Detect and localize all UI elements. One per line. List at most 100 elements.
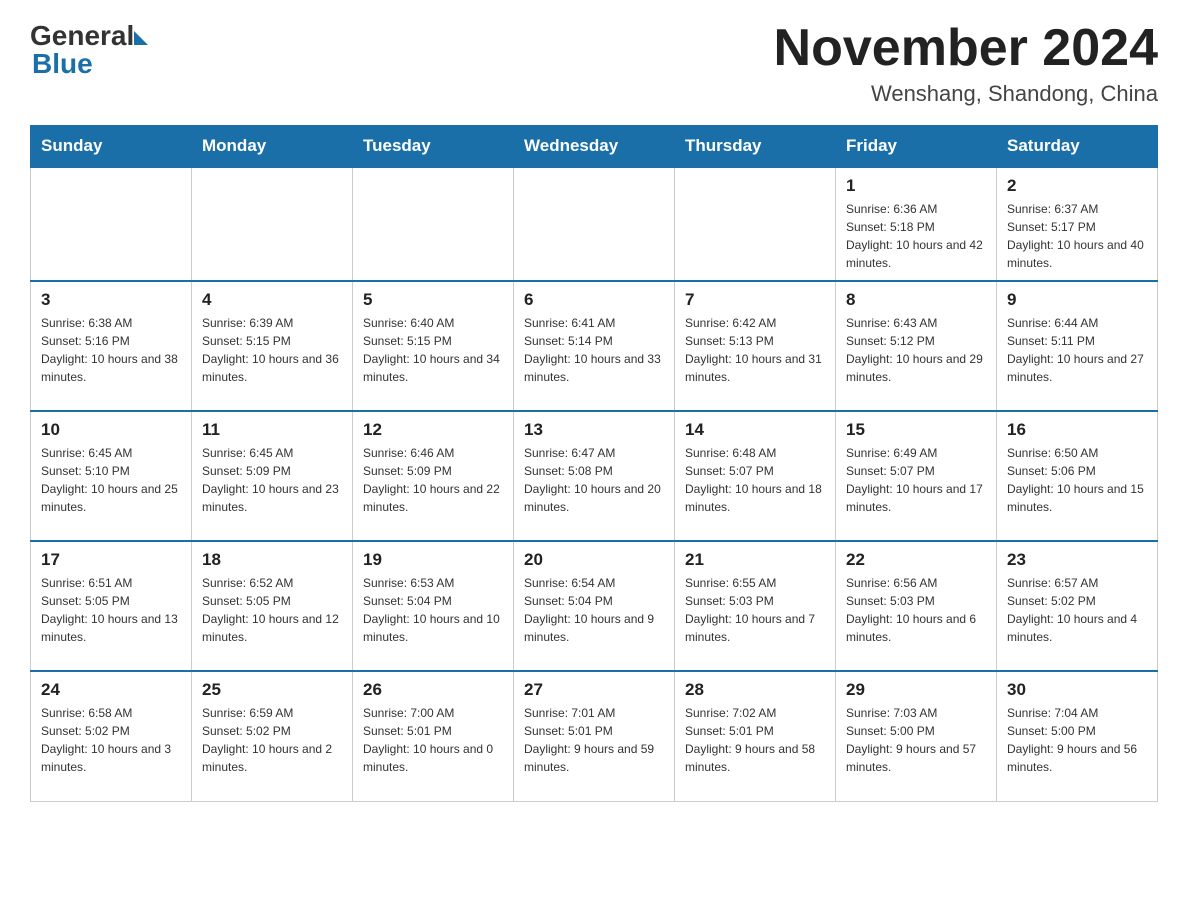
day-info: Sunrise: 6:39 AM Sunset: 5:15 PM Dayligh… [202, 314, 342, 386]
header-cell-thursday: Thursday [675, 126, 836, 168]
day-info: Sunrise: 6:45 AM Sunset: 5:10 PM Dayligh… [41, 444, 181, 516]
calendar-header: SundayMondayTuesdayWednesdayThursdayFrid… [31, 126, 1158, 168]
day-cell: 20 Sunrise: 6:54 AM Sunset: 5:04 PM Dayli… [514, 541, 675, 671]
day-cell [192, 167, 353, 281]
title-block: November 2024 Wenshang, Shandong, China [774, 20, 1158, 107]
location-text: Wenshang, Shandong, China [774, 81, 1158, 107]
day-cell: 26Sunrise: 7:00 AM Sunset: 5:01 PM Dayli… [353, 671, 514, 801]
day-info: Sunrise: 7:01 AM Sunset: 5:01 PM Dayligh… [524, 704, 664, 776]
day-number: 15 [846, 420, 986, 440]
day-number: 7 [685, 290, 825, 310]
day-info: Sunrise: 6:51 AM Sunset: 5:05 PM Dayligh… [41, 574, 181, 646]
day-number: 1 [846, 176, 986, 196]
day-cell: 23 Sunrise: 6:57 AM Sunset: 5:02 PM Dayli… [997, 541, 1158, 671]
day-info: Sunrise: 6:46 AM Sunset: 5:09 PM Dayligh… [363, 444, 503, 516]
header-cell-tuesday: Tuesday [353, 126, 514, 168]
day-info: Sunrise: 6:48 AM Sunset: 5:07 PM Dayligh… [685, 444, 825, 516]
day-cell: 21 Sunrise: 6:55 AM Sunset: 5:03 PM Dayli… [675, 541, 836, 671]
week-row-5: 24Sunrise: 6:58 AM Sunset: 5:02 PM Dayli… [31, 671, 1158, 801]
day-info: Sunrise: 6:55 AM Sunset: 5:03 PM Dayligh… [685, 574, 825, 646]
day-info: Sunrise: 6:53 AM Sunset: 5:04 PM Dayligh… [363, 574, 503, 646]
day-info: Sunrise: 6:54 AM Sunset: 5:04 PM Dayligh… [524, 574, 664, 646]
day-number: 28 [685, 680, 825, 700]
day-cell: 25 Sunrise: 6:59 AM Sunset: 5:02 PM Dayli… [192, 671, 353, 801]
day-info: Sunrise: 6:44 AM Sunset: 5:11 PM Dayligh… [1007, 314, 1147, 386]
week-row-3: 10 Sunrise: 6:45 AM Sunset: 5:10 PM Dayli… [31, 411, 1158, 541]
day-info: Sunrise: 6:36 AM Sunset: 5:18 PM Dayligh… [846, 200, 986, 272]
day-cell [353, 167, 514, 281]
day-cell: 19 Sunrise: 6:53 AM Sunset: 5:04 PM Dayli… [353, 541, 514, 671]
day-cell [31, 167, 192, 281]
week-row-1: 1 Sunrise: 6:36 AM Sunset: 5:18 PM Daylig… [31, 167, 1158, 281]
day-cell: 29 Sunrise: 7:03 AM Sunset: 5:00 PM Dayli… [836, 671, 997, 801]
day-number: 14 [685, 420, 825, 440]
day-number: 30 [1007, 680, 1147, 700]
day-info: Sunrise: 6:42 AM Sunset: 5:13 PM Dayligh… [685, 314, 825, 386]
day-number: 21 [685, 550, 825, 570]
day-info: Sunrise: 6:59 AM Sunset: 5:02 PM Dayligh… [202, 704, 342, 776]
day-info: Sunrise: 7:02 AM Sunset: 5:01 PM Dayligh… [685, 704, 825, 776]
day-number: 27 [524, 680, 664, 700]
day-cell: 10 Sunrise: 6:45 AM Sunset: 5:10 PM Dayli… [31, 411, 192, 541]
day-number: 9 [1007, 290, 1147, 310]
day-number: 16 [1007, 420, 1147, 440]
day-cell: 7 Sunrise: 6:42 AM Sunset: 5:13 PM Daylig… [675, 281, 836, 411]
day-info: Sunrise: 6:49 AM Sunset: 5:07 PM Dayligh… [846, 444, 986, 516]
day-info: Sunrise: 6:38 AM Sunset: 5:16 PM Dayligh… [41, 314, 181, 386]
day-number: 8 [846, 290, 986, 310]
day-info: Sunrise: 6:50 AM Sunset: 5:06 PM Dayligh… [1007, 444, 1147, 516]
day-info: Sunrise: 7:04 AM Sunset: 5:00 PM Dayligh… [1007, 704, 1147, 776]
day-number: 20 [524, 550, 664, 570]
header-cell-saturday: Saturday [997, 126, 1158, 168]
day-cell: 13Sunrise: 6:47 AM Sunset: 5:08 PM Dayli… [514, 411, 675, 541]
day-info: Sunrise: 6:57 AM Sunset: 5:02 PM Dayligh… [1007, 574, 1147, 646]
day-number: 19 [363, 550, 503, 570]
day-number: 18 [202, 550, 342, 570]
header-cell-monday: Monday [192, 126, 353, 168]
day-cell: 27 Sunrise: 7:01 AM Sunset: 5:01 PM Dayli… [514, 671, 675, 801]
day-cell: 9 Sunrise: 6:44 AM Sunset: 5:11 PM Daylig… [997, 281, 1158, 411]
day-number: 4 [202, 290, 342, 310]
day-number: 24 [41, 680, 181, 700]
calendar-body: 1 Sunrise: 6:36 AM Sunset: 5:18 PM Daylig… [31, 167, 1158, 801]
day-number: 10 [41, 420, 181, 440]
day-cell: 5Sunrise: 6:40 AM Sunset: 5:15 PM Daylig… [353, 281, 514, 411]
day-cell: 15 Sunrise: 6:49 AM Sunset: 5:07 PM Dayli… [836, 411, 997, 541]
day-info: Sunrise: 6:43 AM Sunset: 5:12 PM Dayligh… [846, 314, 986, 386]
day-cell: 16 Sunrise: 6:50 AM Sunset: 5:06 PM Dayli… [997, 411, 1158, 541]
day-info: Sunrise: 6:56 AM Sunset: 5:03 PM Dayligh… [846, 574, 986, 646]
day-number: 29 [846, 680, 986, 700]
day-number: 23 [1007, 550, 1147, 570]
day-info: Sunrise: 6:37 AM Sunset: 5:17 PM Dayligh… [1007, 200, 1147, 272]
day-cell: 1 Sunrise: 6:36 AM Sunset: 5:18 PM Daylig… [836, 167, 997, 281]
day-cell: 3 Sunrise: 6:38 AM Sunset: 5:16 PM Daylig… [31, 281, 192, 411]
day-info: Sunrise: 6:52 AM Sunset: 5:05 PM Dayligh… [202, 574, 342, 646]
header-cell-wednesday: Wednesday [514, 126, 675, 168]
day-number: 22 [846, 550, 986, 570]
day-cell: 2Sunrise: 6:37 AM Sunset: 5:17 PM Daylig… [997, 167, 1158, 281]
day-cell: 22 Sunrise: 6:56 AM Sunset: 5:03 PM Dayli… [836, 541, 997, 671]
header-row: SundayMondayTuesdayWednesdayThursdayFrid… [31, 126, 1158, 168]
day-number: 11 [202, 420, 342, 440]
logo-arrow-icon [134, 31, 148, 45]
header-cell-friday: Friday [836, 126, 997, 168]
header-cell-sunday: Sunday [31, 126, 192, 168]
day-cell: 17Sunrise: 6:51 AM Sunset: 5:05 PM Dayli… [31, 541, 192, 671]
day-number: 3 [41, 290, 181, 310]
day-cell: 4 Sunrise: 6:39 AM Sunset: 5:15 PM Daylig… [192, 281, 353, 411]
day-info: Sunrise: 7:03 AM Sunset: 5:00 PM Dayligh… [846, 704, 986, 776]
day-info: Sunrise: 6:41 AM Sunset: 5:14 PM Dayligh… [524, 314, 664, 386]
day-number: 25 [202, 680, 342, 700]
day-cell: 30 Sunrise: 7:04 AM Sunset: 5:00 PM Dayli… [997, 671, 1158, 801]
day-cell [675, 167, 836, 281]
day-number: 12 [363, 420, 503, 440]
logo: General Blue [30, 20, 148, 80]
day-cell: 11 Sunrise: 6:45 AM Sunset: 5:09 PM Dayli… [192, 411, 353, 541]
day-info: Sunrise: 6:45 AM Sunset: 5:09 PM Dayligh… [202, 444, 342, 516]
day-number: 5 [363, 290, 503, 310]
day-cell: 24Sunrise: 6:58 AM Sunset: 5:02 PM Dayli… [31, 671, 192, 801]
month-title: November 2024 [774, 20, 1158, 77]
day-number: 26 [363, 680, 503, 700]
page-header: General Blue November 2024 Wenshang, Sha… [30, 20, 1158, 107]
day-info: Sunrise: 6:47 AM Sunset: 5:08 PM Dayligh… [524, 444, 664, 516]
